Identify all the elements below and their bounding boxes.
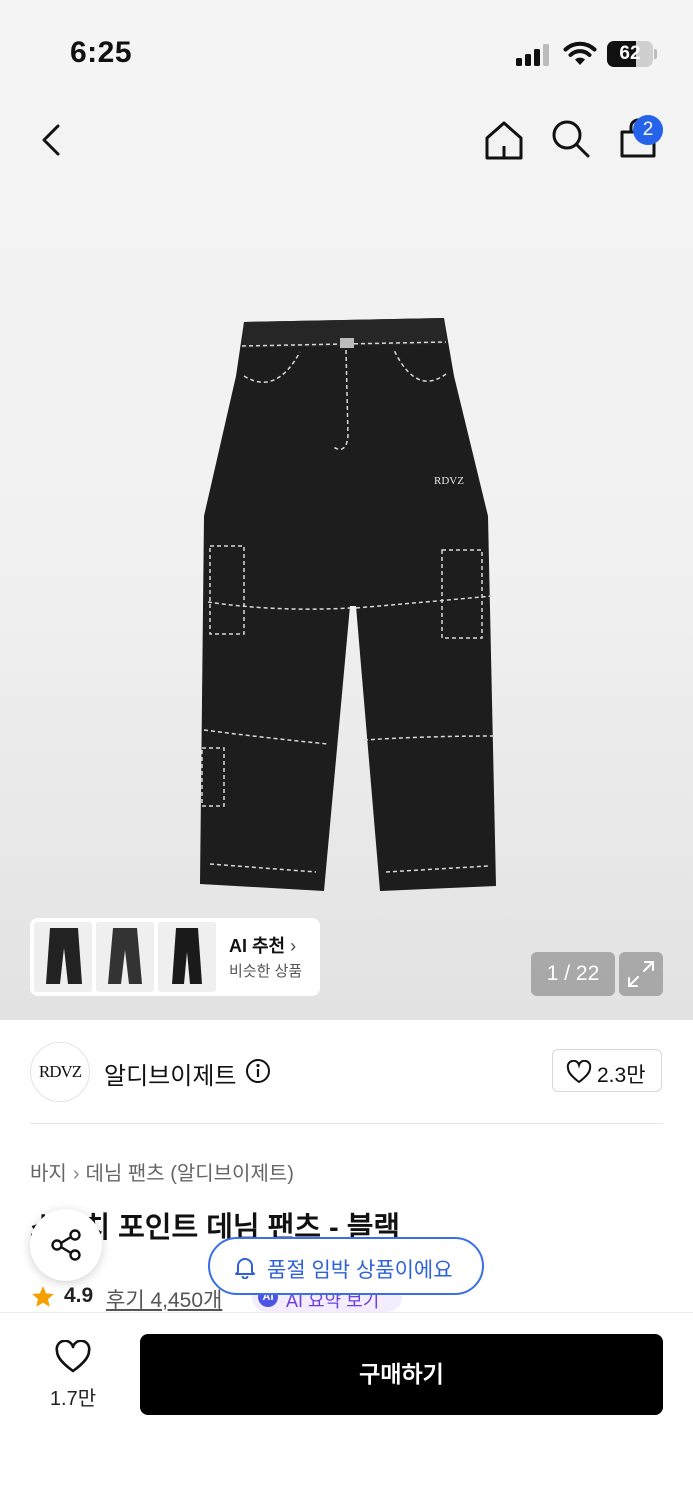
soldout-notice-text: 품절 임박 상품이에요 xyxy=(267,1259,453,1282)
expand-icon xyxy=(628,961,654,987)
buy-button[interactable]: 구매하기 xyxy=(140,1334,663,1415)
recommend-thumbnail[interactable] xyxy=(158,922,216,992)
product-image: RDVZ xyxy=(200,318,496,891)
bell-icon xyxy=(235,1258,255,1279)
ai-recommend-title: AI 추천 › xyxy=(229,936,297,956)
heart-icon xyxy=(566,1060,592,1084)
wishlist-button[interactable]: 1.7만 xyxy=(40,1340,106,1414)
cart-count-badge: 2 xyxy=(633,115,663,145)
brand-like-button[interactable]: 2.3만 xyxy=(552,1049,662,1092)
wifi-icon xyxy=(563,41,597,65)
share-icon xyxy=(51,1229,81,1261)
star-icon xyxy=(32,1286,54,1307)
breadcrumb: 바지 › 데님 팬츠 (알디브이제트) xyxy=(30,1157,294,1186)
cellular-signal-icon xyxy=(516,44,549,66)
soldout-notice-chip: 품절 임박 상품이에요 xyxy=(208,1237,484,1295)
divider xyxy=(30,1123,663,1124)
chevron-right-icon: › xyxy=(290,936,297,956)
recommend-thumbnail[interactable] xyxy=(34,922,92,992)
battery-icon: 62 xyxy=(607,41,657,67)
info-icon[interactable] xyxy=(245,1058,271,1084)
wishlist-count: 1.7만 xyxy=(49,1388,97,1410)
rating-value: 4.9 xyxy=(64,1284,94,1307)
expand-image-button[interactable] xyxy=(619,952,663,996)
recommend-thumbnail[interactable] xyxy=(96,922,154,992)
home-icon[interactable] xyxy=(482,118,526,162)
brand-logo[interactable]: RDVZ xyxy=(30,1042,90,1102)
share-button[interactable] xyxy=(30,1209,102,1281)
brand-name[interactable]: 알디브이제트 xyxy=(104,1056,236,1091)
breadcrumb-item[interactable]: 데님 팬츠 (알디브이제트) xyxy=(85,1163,293,1185)
heart-icon xyxy=(55,1340,91,1373)
brand-like-count: 2.3만 xyxy=(597,1064,646,1087)
reviews-link[interactable]: 후기 4,450개 xyxy=(106,1284,222,1314)
ai-recommend-card[interactable]: AI 추천 › 비슷한 상품 xyxy=(30,918,320,996)
back-arrow-icon[interactable] xyxy=(30,118,74,162)
ai-recommend-subtitle: 비슷한 상품 xyxy=(229,963,303,980)
image-page-counter: 1 / 22 xyxy=(531,952,615,996)
svg-text:RDVZ: RDVZ xyxy=(434,475,464,487)
status-time: 6:25 xyxy=(70,36,133,69)
chevron-right-icon: › xyxy=(72,1163,80,1185)
search-icon[interactable] xyxy=(548,116,592,160)
battery-percent: 62 xyxy=(619,43,641,64)
breadcrumb-item[interactable]: 바지 xyxy=(30,1163,67,1185)
